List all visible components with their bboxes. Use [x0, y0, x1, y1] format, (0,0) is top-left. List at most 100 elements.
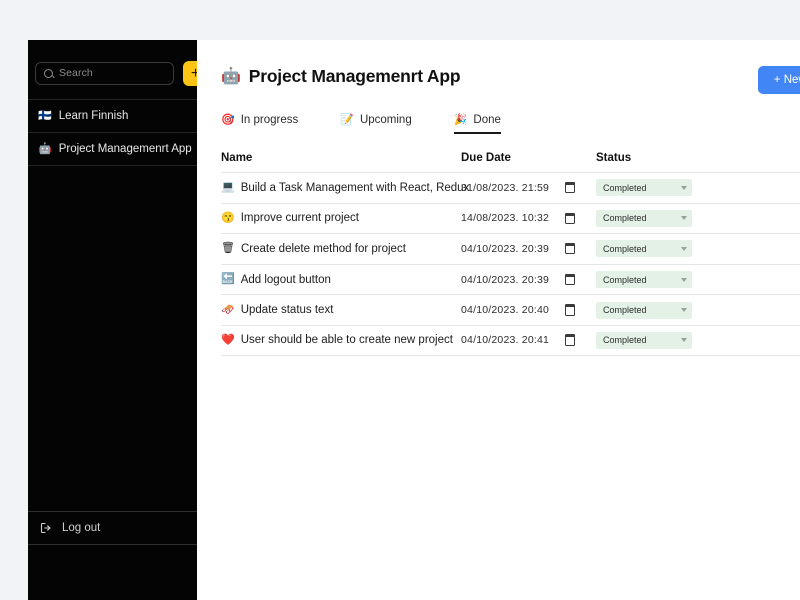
calendar-icon[interactable]: [564, 181, 576, 194]
table-row[interactable]: 🔙 Add logout button 04/10/2023. 20:39 Co…: [221, 263, 800, 295]
task-name-text: Update status text: [240, 304, 334, 317]
task-name-cell: 💻 Build a Task Management with React, Re…: [221, 181, 469, 194]
main-header: 🤖 Project Managemenrt App + New task: [197, 40, 800, 94]
task-name-cell: 🛷 Update status text: [221, 304, 461, 316]
sidebar-item-project-management-app[interactable]: 🤖 Project Managemenrt App: [28, 132, 197, 165]
tasks-table: Name Due Date Status 💻 Build a Task Mana…: [197, 152, 800, 356]
column-header-status: Status: [596, 152, 632, 164]
calendar-icon[interactable]: [564, 243, 576, 255]
status-label: Completed: [603, 213, 647, 224]
task-name-text: Create delete method for project: [240, 242, 406, 255]
due-date-text: 04/10/2023. 20:40: [461, 304, 550, 317]
status-dropdown[interactable]: Completed: [596, 240, 692, 258]
kissing-face-icon: 😙: [221, 211, 235, 224]
table-row[interactable]: 💻 Build a Task Management with React, Re…: [221, 172, 800, 203]
status-cell: Completed: [596, 209, 716, 227]
tab-label: Upcoming: [359, 114, 412, 126]
sidebar-item-label: Project Managemenrt App: [58, 143, 192, 155]
status-label: Completed: [603, 182, 647, 193]
chevron-down-icon: [681, 216, 687, 221]
logout-label: Log out: [62, 522, 101, 534]
new-task-button[interactable]: + New task: [757, 66, 800, 94]
flag-finland-icon: 🇫🇮: [38, 109, 52, 122]
table-row[interactable]: 🛷 Update status text 04/10/2023. 20:40 C…: [221, 294, 800, 325]
sled-icon: 🛷: [221, 303, 235, 316]
task-name-text: Add logout button: [240, 273, 331, 286]
chevron-down-icon: [681, 338, 687, 343]
column-header-name: Name: [221, 152, 253, 164]
page-title: 🤖 Project Managemenrt App: [221, 66, 461, 87]
status-dropdown[interactable]: Completed: [596, 271, 692, 289]
status-dropdown[interactable]: Completed: [596, 331, 692, 349]
main-content-panel: 🤖 Project Managemenrt App + New task 🎯 I…: [197, 40, 800, 600]
status-label: Completed: [603, 274, 647, 285]
due-date-text: 04/10/2023. 20:39: [461, 242, 550, 255]
task-name-cell: 😙 Improve current project: [221, 212, 461, 224]
table-header-row: Name Due Date Status: [221, 152, 800, 172]
due-date-text: 04/10/2023. 20:39: [461, 273, 550, 286]
table-row[interactable]: ❤️ User should be able to create new pro…: [221, 324, 800, 356]
due-date-cell: 04/10/2023. 20:41: [461, 334, 596, 346]
calendar-icon[interactable]: [564, 273, 576, 286]
status-cell: Completed: [596, 301, 716, 319]
status-label: Completed: [603, 305, 647, 316]
chevron-down-icon: [681, 246, 687, 251]
chevron-down-icon: [681, 185, 687, 190]
logout-icon: [40, 522, 52, 534]
sidebar: Search + 🇫🇮 Learn Finnish 🤖 Project Mana…: [28, 40, 208, 600]
chevron-down-icon: [681, 277, 687, 282]
tab-bar: 🎯 In progress 📝 Upcoming 🎉 Done: [197, 94, 800, 134]
sidebar-top-section: Search + 🇫🇮 Learn Finnish 🤖 Project Mana…: [28, 40, 208, 166]
back-arrow-icon: 🔙: [221, 273, 235, 286]
task-name-text: User should be able to create new projec…: [240, 334, 453, 347]
status-cell: Completed: [596, 331, 716, 349]
tab-done[interactable]: 🎉 Done: [453, 113, 501, 134]
search-row: Search +: [28, 40, 208, 99]
target-icon: 🎯: [221, 113, 235, 126]
status-label: Completed: [603, 335, 647, 346]
red-heart-icon: ❤️: [221, 333, 235, 346]
due-date-cell: 04/10/2023. 20:39: [461, 274, 596, 286]
sidebar-item-learn-finnish[interactable]: 🇫🇮 Learn Finnish: [28, 99, 197, 132]
column-header-due-date: Due Date: [461, 152, 511, 164]
status-dropdown[interactable]: Completed: [596, 209, 692, 227]
sidebar-item-label: Learn Finnish: [58, 110, 129, 122]
due-date-cell: 31/08/2023. 21:59: [461, 182, 596, 194]
tab-upcoming[interactable]: 📝 Upcoming: [340, 114, 411, 134]
task-name-cell: 🗑 Create delete method for project: [221, 243, 461, 255]
calendar-icon[interactable]: [564, 212, 576, 224]
task-name-text: Improve current project: [240, 212, 359, 225]
task-name-cell: 🔙 Add logout button: [221, 274, 461, 286]
status-dropdown[interactable]: Completed: [596, 179, 692, 197]
status-cell: Completed: [596, 240, 716, 258]
trash-icon: 🗑: [221, 242, 235, 255]
status-dropdown[interactable]: Completed: [596, 301, 692, 319]
memo-icon: 📝: [340, 113, 354, 126]
search-placeholder: Search: [59, 67, 93, 80]
due-date-cell: 14/08/2023. 10:32: [461, 212, 596, 224]
due-date-cell: 04/10/2023. 20:39: [461, 243, 596, 255]
table-row[interactable]: 😙 Improve current project 14/08/2023. 10…: [221, 202, 800, 234]
robot-icon: 🤖: [221, 67, 241, 85]
logout-button[interactable]: Log out: [28, 511, 197, 545]
search-icon: [44, 69, 53, 78]
task-name-text: Build a Task Management with React, Redu…: [240, 181, 470, 194]
calendar-icon[interactable]: [564, 304, 576, 316]
sidebar-bottom-fill: [28, 545, 197, 600]
due-date-text: 31/08/2023. 21:59: [461, 181, 550, 194]
due-date-text: 14/08/2023. 10:32: [461, 212, 550, 225]
tab-label: In progress: [240, 114, 299, 126]
table-row[interactable]: 🗑 Create delete method for project 04/10…: [221, 233, 800, 264]
party-popper-icon: 🎉: [453, 113, 468, 126]
page-title-text: Project Managemenrt App: [248, 66, 461, 86]
tab-in-progress[interactable]: 🎯 In progress: [221, 114, 298, 134]
status-cell: Completed: [596, 179, 716, 197]
computer-icon: 💻: [221, 181, 235, 194]
calendar-icon[interactable]: [564, 334, 576, 346]
tab-label: Done: [473, 114, 501, 126]
search-input[interactable]: Search: [35, 62, 174, 85]
chevron-down-icon: [681, 308, 687, 313]
status-label: Completed: [603, 243, 647, 254]
task-name-cell: ❤️ User should be able to create new pro…: [221, 334, 461, 346]
